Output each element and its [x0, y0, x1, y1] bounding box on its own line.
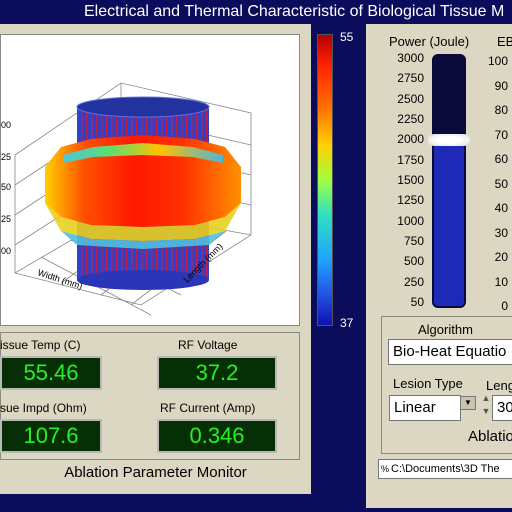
tissue-impd-display: 107.6: [0, 419, 102, 453]
algorithm-label: Algorithm: [418, 322, 473, 337]
rf-current-display: 0.346: [157, 419, 277, 453]
ebi-tick-label: 100: [487, 54, 508, 68]
power-tick-label: 1250: [397, 193, 424, 208]
ebi-tick-label: 70: [494, 127, 508, 142]
surface-plot-svg: 00 25 50 25 00 Width (mm) Length (mm): [1, 82, 252, 316]
z-tick-label: 00: [1, 246, 11, 256]
z-tick-label: 50: [1, 182, 11, 192]
power-slider-fill: [434, 144, 464, 306]
power-tick-label: 50: [410, 295, 424, 309]
ablation-label: Ablatio: [468, 428, 512, 445]
window-title-bar: Electrical and Thermal Characteristic of…: [0, 0, 512, 24]
ebi-tick-label: 50: [494, 176, 508, 191]
power-slider-thumb[interactable]: [428, 134, 470, 146]
length-field[interactable]: 30: [492, 395, 512, 421]
z-tick-label: 00: [1, 120, 11, 130]
power-tick-label: 750: [403, 234, 424, 248]
stepper-up-icon[interactable]: ▲: [481, 392, 491, 405]
ebi-tick-label: 80: [494, 103, 508, 117]
color-scale-max: 55: [340, 30, 354, 44]
ebi-tick-label: 10: [494, 274, 508, 289]
z-tick-label: 25: [1, 152, 11, 162]
power-tick-label: 1500: [397, 173, 424, 187]
length-label: Leng: [486, 378, 512, 393]
ebi-tick-label: 40: [494, 201, 508, 215]
tissue-temp-display: 55.46: [0, 356, 102, 390]
ebi-tick-label: 20: [494, 250, 508, 264]
power-tick-label: 2750: [397, 71, 424, 86]
stepper-down-icon[interactable]: ▼: [481, 405, 491, 418]
file-path-text: C:\Documents\3D The: [391, 463, 500, 475]
ebi-tick-label: 60: [494, 152, 508, 166]
power-tick-label: 2500: [397, 91, 424, 106]
ebi-tick-label: 30: [494, 225, 508, 240]
power-label: Power (Joule): [389, 34, 470, 49]
color-scale-bar: [317, 34, 333, 326]
tissue-impd-label: sue Impd (Ohm): [0, 401, 87, 415]
tissue-temp-label: issue Temp (C): [0, 338, 81, 352]
x-axis-label: Width (mm): [36, 267, 83, 291]
surface-plot[interactable]: 00 25 50 25 00 Width (mm) Length (mm): [0, 34, 300, 326]
power-tick-label: 1000: [397, 213, 424, 228]
lesion-type-label: Lesion Type: [393, 376, 463, 391]
z-tick-label: 25: [1, 214, 11, 224]
rf-voltage-display: 37.2: [157, 356, 277, 390]
color-scale-min: 37: [340, 316, 354, 330]
power-tick-label: 2250: [397, 112, 424, 126]
algorithm-select[interactable]: Bio-Heat Equatio: [388, 339, 512, 365]
lesion-type-field[interactable]: Linear: [389, 395, 461, 421]
ebi-tick-label: 90: [494, 78, 508, 93]
ebi-tick-label: 0: [501, 299, 508, 313]
power-tick-label: 3000: [397, 51, 424, 65]
length-stepper[interactable]: ▲ ▼: [481, 392, 491, 420]
path-icon: %: [381, 464, 390, 474]
power-tick-label: 500: [403, 254, 424, 269]
power-tick-label: 250: [403, 274, 424, 289]
file-path-field[interactable]: % C:\Documents\3D The: [378, 459, 512, 479]
window-title: Electrical and Thermal Characteristic of…: [84, 3, 505, 20]
chevron-down-icon: ▼: [464, 398, 472, 407]
rf-current-label: RF Current (Amp): [160, 401, 256, 415]
rf-voltage-label: RF Voltage: [178, 338, 238, 352]
lesion-type-dropdown-button[interactable]: ▼: [460, 396, 476, 410]
ablation-parameter-monitor-label: Ablation Parameter Monitor: [64, 464, 247, 481]
power-tick-label: 1750: [397, 152, 424, 167]
power-tick-label: 2000: [397, 132, 424, 147]
ebi-label: EB: [497, 34, 512, 49]
